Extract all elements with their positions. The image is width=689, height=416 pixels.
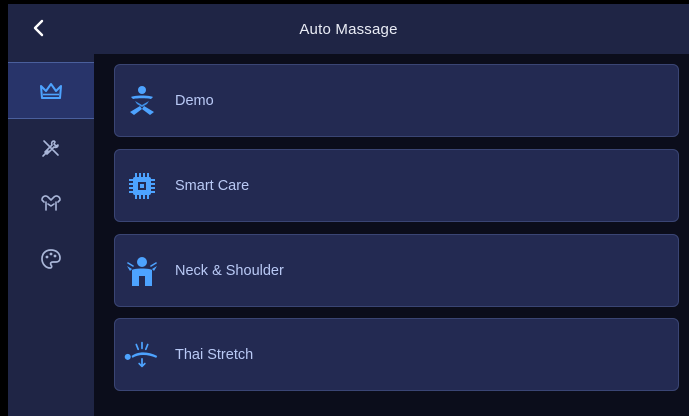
program-label: Demo [175, 92, 214, 109]
screen: Auto Massage Demo Smart Care Neck & Shou… [8, 4, 689, 416]
sidebar-item-palette[interactable] [8, 230, 94, 287]
sidebar [8, 54, 94, 416]
back-button[interactable] [24, 13, 54, 43]
header-bar: Auto Massage [8, 4, 689, 54]
program-card-smart-care[interactable]: Smart Care [114, 149, 679, 222]
neck-shoulder-icon [123, 252, 161, 290]
program-card-thai-stretch[interactable]: Thai Stretch [114, 318, 679, 391]
crown-icon [40, 82, 62, 99]
sidebar-item-tools[interactable] [8, 120, 94, 177]
program-label: Smart Care [175, 177, 250, 194]
person-meditation-icon [123, 82, 161, 120]
chip-icon [123, 167, 161, 205]
palette-icon [41, 248, 61, 269]
program-list: Demo Smart Care Neck & Shoulder Thai Str… [94, 54, 689, 416]
stretch-icon [123, 336, 161, 374]
sidebar-item-crown[interactable] [8, 62, 94, 119]
torso-icon [41, 194, 61, 211]
page-title: Auto Massage [299, 20, 398, 38]
program-label: Neck & Shoulder [175, 262, 284, 279]
wrench-screwdriver-icon [42, 139, 59, 157]
program-label: Thai Stretch [175, 346, 254, 363]
program-card-demo[interactable]: Demo [114, 64, 679, 137]
program-card-neck-shoulder[interactable]: Neck & Shoulder [114, 234, 679, 307]
sidebar-item-body[interactable] [8, 174, 94, 231]
back-arrow-icon [33, 19, 44, 37]
